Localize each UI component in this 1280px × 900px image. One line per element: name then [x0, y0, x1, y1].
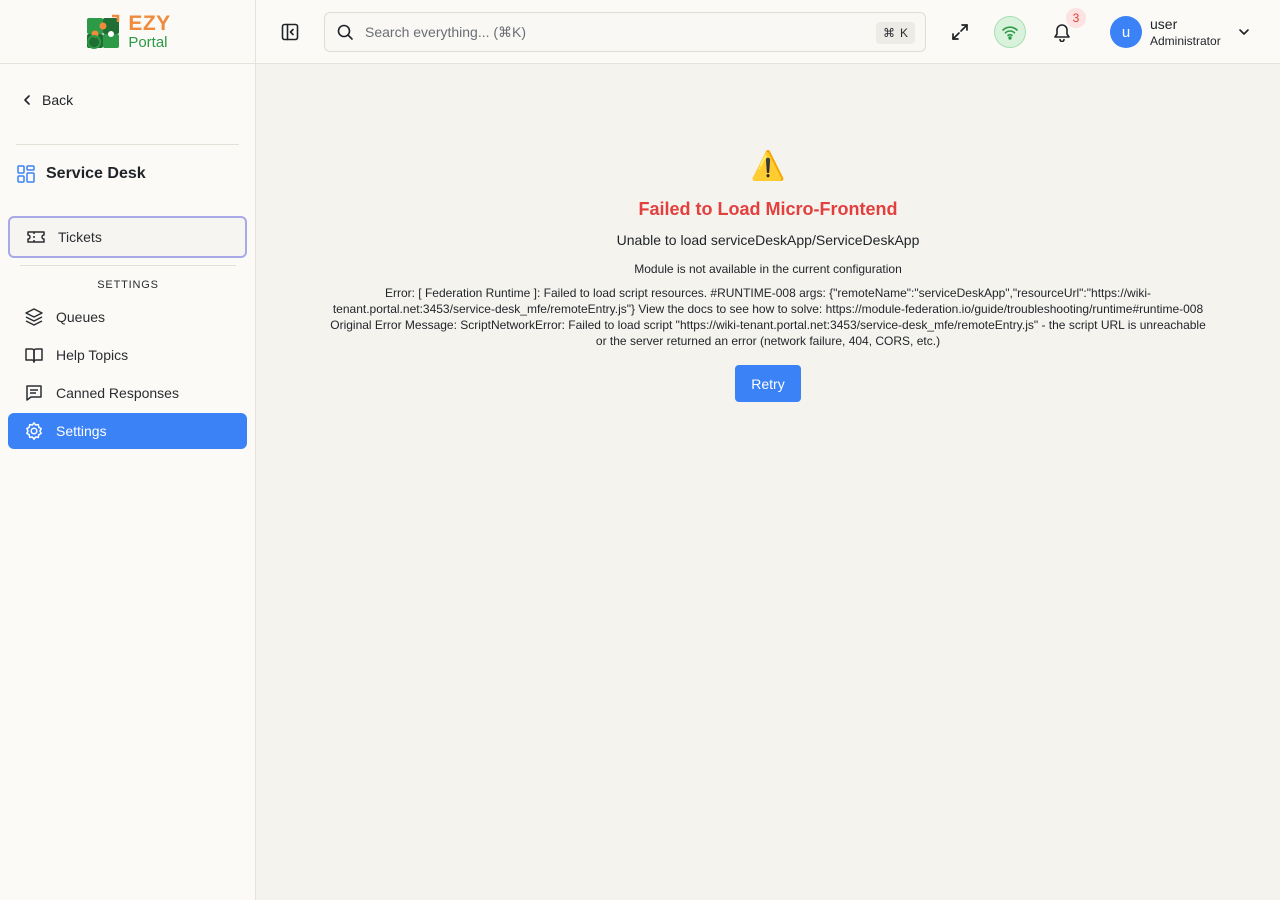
search-bar[interactable]: ⌘ K	[324, 12, 926, 52]
back-button[interactable]: Back	[20, 92, 73, 108]
book-icon	[24, 345, 44, 365]
error-title: Failed to Load Micro-Frontend	[638, 199, 898, 219]
topbar: ⌘ K	[256, 0, 1280, 64]
sidebar-item-queues[interactable]: Queues	[8, 299, 247, 335]
sidebar-item-label: Queues	[56, 309, 106, 325]
gear-icon	[24, 421, 44, 441]
shortcut-key: K	[899, 26, 908, 40]
logo-area: EZY Portal	[0, 0, 255, 64]
retry-button[interactable]: Retry	[735, 365, 801, 402]
main-content: ⚠️ Failed to Load Micro-Frontend Unable …	[256, 64, 1280, 900]
brand-name-bottom: Portal	[128, 34, 168, 51]
panel-collapse-icon	[280, 22, 300, 42]
service-desk-title: Service Desk	[16, 164, 146, 184]
warning-icon: ⚠️	[750, 150, 786, 181]
sidebar-item-settings[interactable]: Settings	[8, 413, 247, 449]
error-subtitle: Unable to load serviceDeskApp/ServiceDes…	[616, 232, 920, 248]
settings-group-label: SETTINGS	[97, 279, 159, 291]
dashboard-icon	[16, 164, 36, 184]
sidebar-divider	[20, 265, 236, 266]
message-icon	[24, 383, 44, 403]
sidebar-item-tickets[interactable]: Tickets	[8, 216, 247, 258]
back-label: Back	[42, 92, 74, 108]
section-title-label: Service Desk	[46, 165, 146, 182]
wifi-icon	[1000, 22, 1020, 42]
fullscreen-button[interactable]	[948, 20, 972, 44]
connection-status-button[interactable]	[994, 16, 1026, 48]
sidebar-item-label: Tickets	[58, 229, 102, 245]
error-panel: ⚠️ Failed to Load Micro-Frontend Unable …	[256, 150, 1280, 402]
sidebar-item-label: Settings	[56, 423, 107, 439]
notification-count-badge: 3	[1066, 8, 1086, 28]
puzzle-logo-icon	[84, 12, 124, 52]
sidebar-item-label: Canned Responses	[56, 385, 179, 401]
error-module-message: Module is not available in the current c…	[634, 262, 902, 276]
chevron-left-icon	[20, 93, 34, 107]
brand-logo[interactable]: EZY Portal	[84, 12, 170, 52]
brand-name-top: EZY	[128, 12, 171, 35]
sidebar: EZY Portal Back Service Desk Tickets SET…	[0, 0, 256, 900]
sidebar-item-canned-responses[interactable]: Canned Responses	[8, 375, 247, 411]
sidebar-divider	[16, 144, 239, 145]
expand-icon	[950, 22, 970, 42]
error-detail: Error: [ Federation Runtime ]: Failed to…	[330, 286, 1206, 348]
command-key-symbol: ⌘	[882, 26, 895, 40]
sidebar-toggle-button[interactable]	[278, 20, 302, 44]
avatar: u	[1110, 16, 1142, 49]
search-input[interactable]	[365, 24, 845, 40]
sidebar-item-label: Help Topics	[56, 347, 129, 363]
chevron-down-icon	[1237, 25, 1251, 39]
search-shortcut-badge: ⌘ K	[875, 22, 915, 44]
user-role: Administrator	[1150, 33, 1221, 48]
layers-icon	[24, 307, 44, 327]
ticket-icon	[26, 227, 46, 247]
user-menu[interactable]: u user Administrator	[1110, 16, 1251, 49]
search-icon	[335, 22, 355, 42]
sidebar-item-help-topics[interactable]: Help Topics	[8, 337, 247, 373]
user-name: user	[1150, 16, 1178, 32]
